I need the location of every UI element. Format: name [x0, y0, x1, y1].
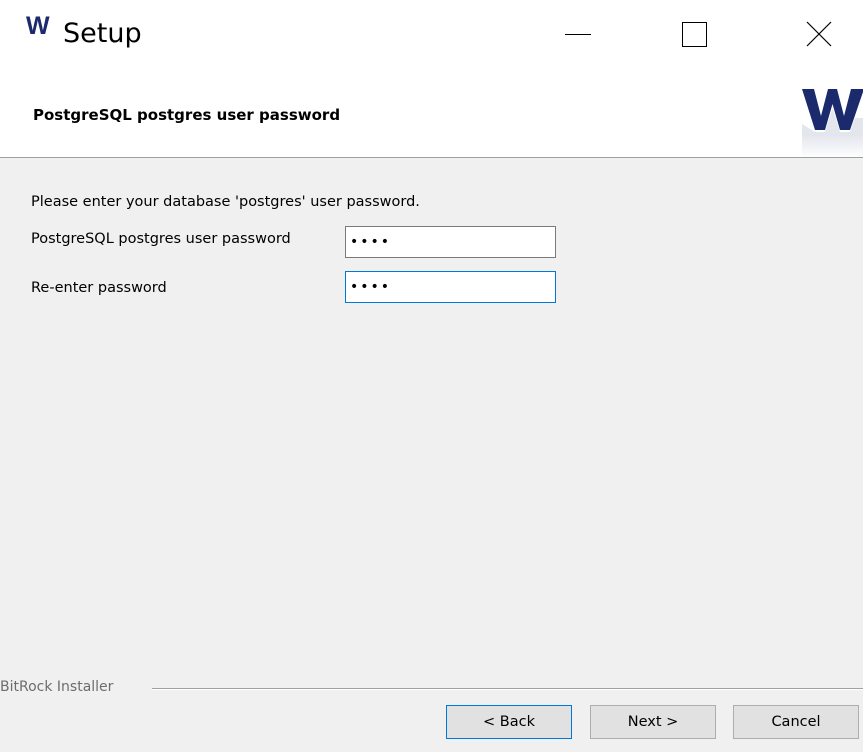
cancel-button[interactable]: Cancel	[733, 705, 859, 739]
close-icon	[806, 21, 832, 47]
page-title: PostgreSQL postgres user password	[33, 106, 341, 124]
minimize-icon	[565, 33, 591, 35]
setup-window: W Setup PostgreSQL postgres user passwor…	[0, 0, 863, 752]
password-label: PostgreSQL postgres user password	[31, 231, 291, 247]
maximize-button[interactable]	[665, 0, 723, 74]
password-field[interactable]	[345, 226, 556, 258]
title-bar[interactable]: W Setup	[0, 0, 863, 74]
footer-divider	[152, 688, 863, 689]
content-panel: Please enter your database 'postgres' us…	[0, 158, 863, 678]
next-button[interactable]: Next >	[590, 705, 716, 739]
close-button[interactable]	[790, 0, 848, 74]
minimize-button[interactable]	[549, 0, 607, 74]
instruction-text: Please enter your database 'postgres' us…	[31, 194, 420, 210]
maximize-icon	[681, 21, 707, 47]
back-button[interactable]: < Back	[446, 705, 572, 739]
app-logo-icon: W	[26, 12, 50, 40]
page-header: PostgreSQL postgres user password	[0, 74, 863, 158]
installer-brand: BitRock Installer	[0, 679, 114, 695]
product-logo-icon	[800, 84, 863, 157]
reenter-password-field[interactable]	[345, 271, 556, 303]
window-title: Setup	[63, 18, 142, 49]
reenter-password-label: Re-enter password	[31, 280, 167, 296]
